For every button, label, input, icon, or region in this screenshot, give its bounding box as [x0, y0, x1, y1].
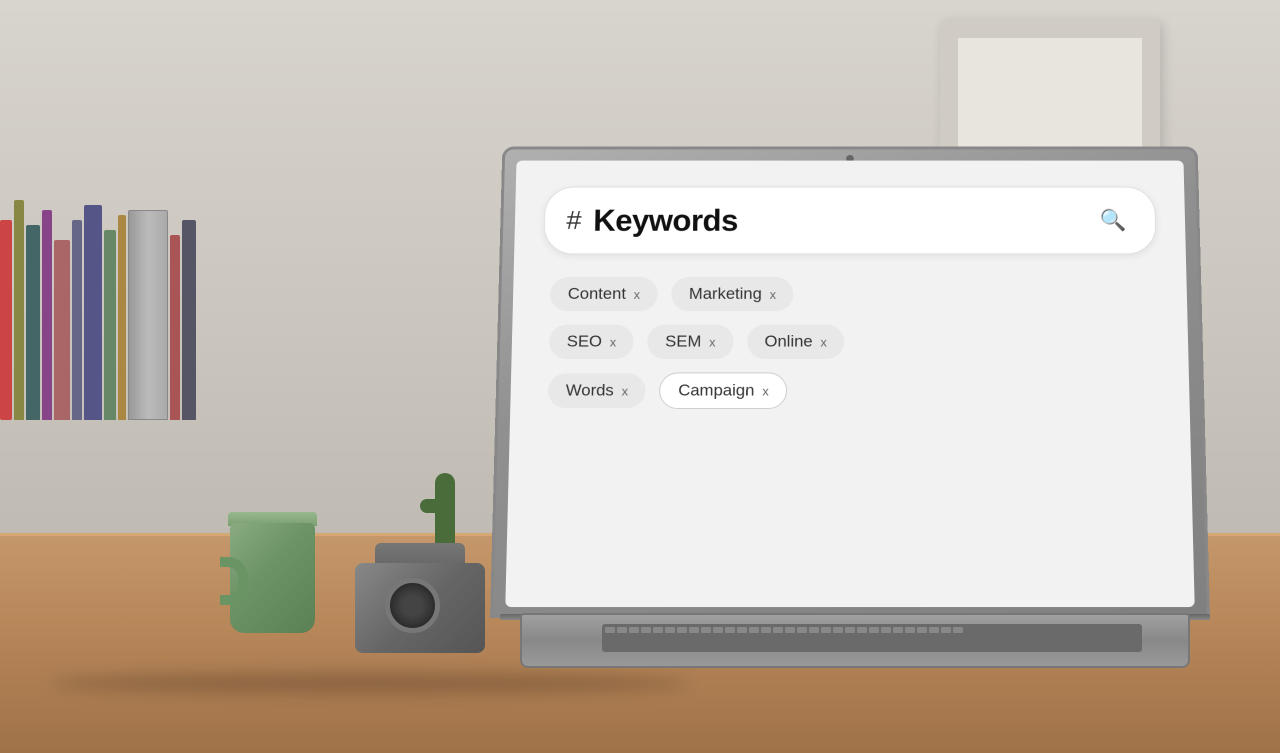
key — [845, 627, 855, 633]
tag-words-close[interactable]: x — [622, 383, 629, 397]
cactus — [420, 433, 470, 553]
mug — [220, 503, 330, 633]
key — [917, 627, 927, 633]
tags-area: Content x Marketing x SEO — [540, 271, 1161, 414]
search-icon[interactable]: 🔍 — [1092, 201, 1134, 240]
key — [701, 627, 711, 633]
book-5 — [54, 240, 70, 420]
tags-row-3: Words x Campaign x — [548, 372, 1153, 409]
books-shelf — [0, 140, 280, 420]
key — [893, 627, 903, 633]
search-bar[interactable]: # Keywords 🔍 — [543, 187, 1156, 255]
tag-sem[interactable]: SEM x — [647, 325, 733, 359]
screen-content: # Keywords 🔍 Content x — [505, 161, 1194, 607]
key — [833, 627, 843, 633]
book-9 — [118, 215, 126, 420]
key — [677, 627, 687, 633]
key — [905, 627, 915, 633]
laptop-base — [520, 613, 1190, 668]
key — [725, 627, 735, 633]
key — [785, 627, 795, 633]
key — [617, 627, 627, 633]
laptop: # Keywords 🔍 Content x — [490, 138, 1220, 668]
camera-body — [355, 563, 485, 653]
tag-content[interactable]: Content x — [550, 277, 658, 311]
tag-seo-label: SEO — [567, 332, 603, 351]
tag-online-label: Online — [764, 332, 812, 351]
key — [713, 627, 723, 633]
book-10 — [128, 210, 168, 420]
laptop-screen: # Keywords 🔍 Content x — [505, 161, 1194, 607]
key — [629, 627, 639, 633]
tag-words-label: Words — [566, 381, 614, 400]
tag-sem-label: SEM — [665, 332, 701, 351]
key — [857, 627, 867, 633]
book-4 — [42, 210, 52, 420]
tag-content-close[interactable]: x — [634, 287, 641, 301]
key — [641, 627, 651, 633]
hash-symbol: # — [566, 205, 582, 235]
tag-campaign-close[interactable]: x — [762, 383, 768, 397]
cactus-body — [435, 473, 455, 553]
key — [929, 627, 939, 633]
tag-marketing-close[interactable]: x — [770, 287, 776, 301]
laptop-screen-outer: # Keywords 🔍 Content x — [490, 147, 1210, 618]
tag-online[interactable]: Online x — [747, 325, 845, 359]
camera-lens — [385, 578, 440, 633]
book-11 — [170, 235, 180, 420]
key — [953, 627, 963, 633]
laptop-keyboard — [602, 624, 1142, 652]
tag-words[interactable]: Words x — [548, 373, 646, 408]
tag-seo-close[interactable]: x — [610, 335, 617, 349]
book-12 — [182, 220, 196, 420]
tag-sem-close[interactable]: x — [709, 335, 716, 349]
key — [653, 627, 663, 633]
key — [737, 627, 747, 633]
book-3 — [26, 225, 40, 420]
cactus-arm — [420, 499, 450, 513]
laptop-shadow — [50, 673, 690, 693]
key — [761, 627, 771, 633]
tag-content-label: Content — [568, 285, 626, 304]
tag-campaign-label: Campaign — [678, 381, 754, 400]
book-8 — [104, 230, 116, 420]
tag-online-close[interactable]: x — [820, 335, 826, 349]
key — [869, 627, 879, 633]
key — [809, 627, 819, 633]
book-1 — [0, 220, 12, 420]
book-7 — [84, 205, 102, 420]
key — [665, 627, 675, 633]
tag-marketing-label: Marketing — [689, 285, 762, 304]
key — [605, 627, 615, 633]
tag-seo[interactable]: SEO x — [549, 325, 634, 359]
key — [941, 627, 951, 633]
camera — [355, 543, 495, 653]
book-2 — [14, 200, 24, 420]
tags-row-2: SEO x SEM x Online x — [549, 325, 1151, 359]
search-input-text: Keywords — [593, 203, 1093, 238]
tag-campaign[interactable]: Campaign x — [659, 372, 787, 409]
scene: # Keywords 🔍 Content x — [0, 0, 1280, 753]
key — [749, 627, 759, 633]
tag-marketing[interactable]: Marketing x — [671, 277, 793, 311]
key — [881, 627, 891, 633]
key — [797, 627, 807, 633]
key — [773, 627, 783, 633]
book-6 — [72, 220, 82, 420]
key — [689, 627, 699, 633]
tags-row-1: Content x Marketing x — [550, 277, 1150, 311]
key — [821, 627, 831, 633]
